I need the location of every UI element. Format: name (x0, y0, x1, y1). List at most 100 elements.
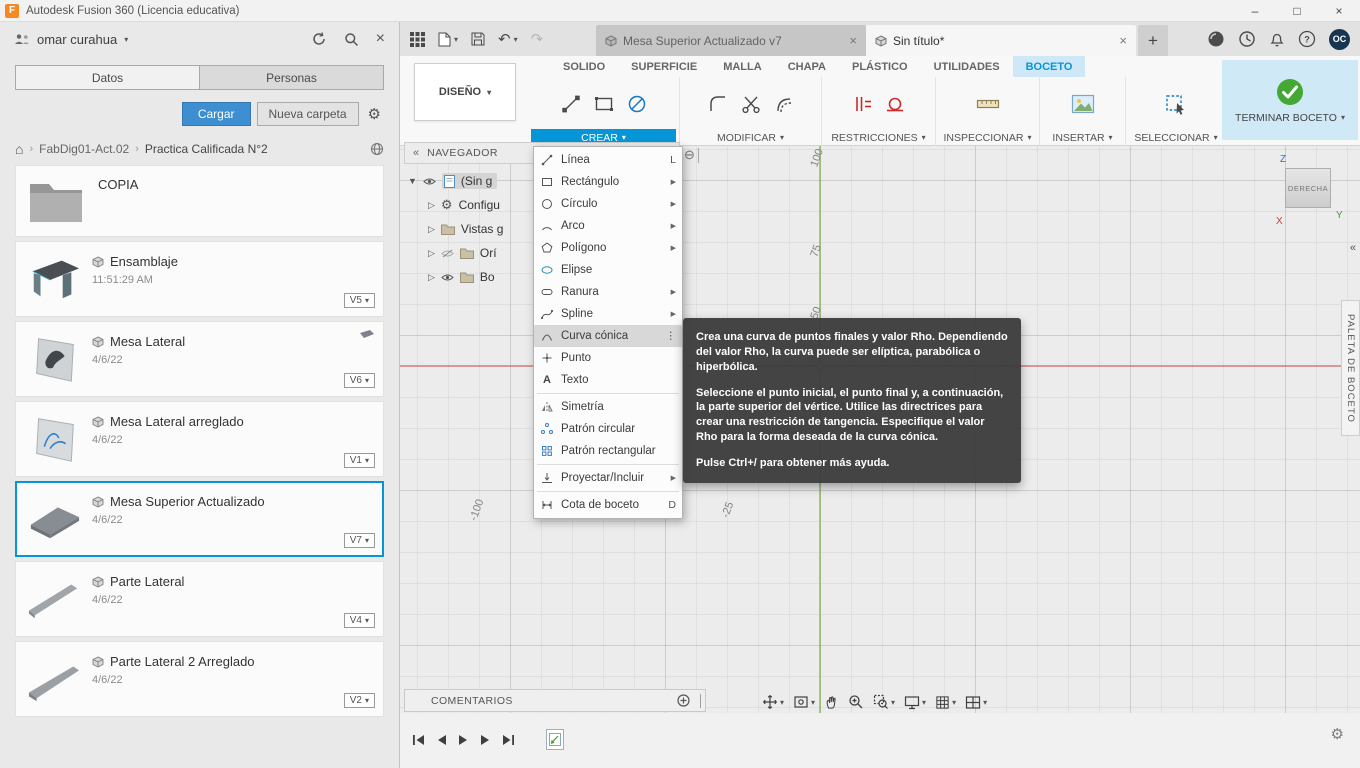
menu-item-patron-rectangular[interactable]: Patrón rectangular (534, 440, 682, 462)
maximize-button[interactable]: □ (1276, 0, 1318, 21)
job-status-icon[interactable] (1238, 30, 1256, 48)
list-item-parte-lateral[interactable]: Parte Lateral 4/6/22 V4▾ (15, 561, 384, 637)
refresh-icon[interactable] (311, 31, 327, 47)
add-comment-icon[interactable] (677, 694, 690, 707)
version-dropdown[interactable]: V5▾ (344, 293, 375, 308)
upload-button[interactable]: Cargar (182, 102, 251, 126)
ribbon-tab-utilidades[interactable]: UTILIDADES (921, 56, 1013, 77)
collapse-palette-icon[interactable]: « (1350, 242, 1355, 254)
close-window-button[interactable]: × (1318, 0, 1360, 21)
timeline-step-back-icon[interactable] (436, 734, 447, 746)
redo-icon[interactable]: ↷ (531, 30, 544, 48)
menu-item-punto[interactable]: Punto (534, 347, 682, 369)
menu-item-simetria[interactable]: Simetría (534, 396, 682, 418)
eye-visible-icon[interactable] (441, 273, 454, 282)
rectangle-tool-icon[interactable] (593, 93, 615, 115)
menu-item-circulo[interactable]: Círculo ▶ (534, 193, 682, 215)
account-avatar[interactable]: OC (1329, 29, 1350, 50)
pan-hand-icon[interactable] (824, 694, 839, 710)
grid-snap-icon[interactable]: ▾ (935, 695, 956, 710)
menu-item-rectangulo[interactable]: Rectángulo ▶ (534, 171, 682, 193)
eye-hidden-icon[interactable] (441, 249, 454, 258)
list-item-parte-lateral-2[interactable]: Parte Lateral 2 Arreglado 4/6/22 V2▾ (15, 641, 384, 717)
insert-image-icon[interactable] (1071, 94, 1095, 114)
document-root[interactable]: (Sin g (442, 173, 497, 189)
doc-tab-mesa-superior[interactable]: Mesa Superior Actualizado v7 × (596, 25, 866, 56)
menu-item-poligono[interactable]: Polígono ▶ (534, 237, 682, 259)
menu-item-ranura[interactable]: Ranura ▶ (534, 281, 682, 303)
help-icon[interactable]: ? (1298, 30, 1316, 48)
menu-item-curva-conica[interactable]: Curva cónica ⋮ (534, 325, 682, 347)
workspace-selector[interactable]: DISEÑO▾ (414, 63, 516, 121)
list-item-ensamblaje[interactable]: Ensamblaje 11:51:29 AM V5▾ (15, 241, 384, 317)
eye-visible-icon[interactable] (423, 177, 436, 186)
menu-item-proyectar-incluir[interactable]: Proyectar/Incluir ▶ (534, 467, 682, 489)
close-tab-icon[interactable]: × (849, 33, 857, 48)
ribbon-tab-boceto[interactable]: BOCETO (1013, 56, 1086, 77)
new-folder-button[interactable]: Nueva carpeta (257, 102, 359, 126)
version-dropdown[interactable]: V7▾ (344, 533, 375, 548)
insertar-dropdown[interactable]: INSERTAR▾ (1040, 129, 1125, 146)
globe-icon[interactable] (370, 142, 384, 156)
tab-datos[interactable]: Datos (16, 66, 200, 89)
undo-icon[interactable]: ↶▾ (498, 30, 518, 48)
comments-bar[interactable]: COMENTARIOS (404, 689, 706, 712)
viewcube[interactable]: Z DERECHA X Y (1276, 154, 1348, 236)
breadcrumb-current[interactable]: Practica Calificada N°2 (145, 142, 268, 156)
menu-item-patron-circular[interactable]: Patrón circular (534, 418, 682, 440)
tree-collapsed-icon[interactable]: ▷ (428, 248, 435, 259)
list-item-mesa-lateral-arreglado[interactable]: Mesa Lateral arreglado 4/6/22 V1▾ (15, 401, 384, 477)
comments-resize-handle[interactable] (700, 694, 701, 708)
close-panel-icon[interactable]: × (376, 30, 385, 48)
viewports-icon[interactable]: ▾ (965, 695, 987, 710)
menu-item-linea[interactable]: Línea L (534, 149, 682, 171)
select-tool-icon[interactable] (1164, 93, 1188, 115)
sketch-palette-tab[interactable]: PALETA DE BOCETO (1341, 300, 1360, 436)
horizontal-vertical-constraint-icon[interactable] (851, 93, 873, 115)
measure-tool-icon[interactable] (975, 93, 1001, 115)
tangent-constraint-icon[interactable] (884, 93, 906, 115)
timeline-play-icon[interactable] (458, 734, 469, 746)
seleccionar-dropdown[interactable]: SELECCIONAR▾ (1126, 129, 1226, 146)
extensions-icon[interactable] (1207, 30, 1225, 48)
tree-collapsed-icon[interactable]: ▷ (428, 272, 435, 283)
orbit-icon[interactable]: ▾ (762, 694, 784, 710)
kebab-menu-icon[interactable]: ⋮ (664, 330, 676, 342)
line-tool-icon[interactable] (560, 93, 582, 115)
search-icon[interactable] (344, 32, 359, 47)
data-panel-toggle-icon[interactable] (410, 32, 425, 47)
offset-tool-icon[interactable] (773, 93, 795, 115)
menu-item-spline[interactable]: Spline ▶ (534, 303, 682, 325)
fillet-tool-icon[interactable] (707, 93, 729, 115)
timeline-step-forward-icon[interactable] (480, 734, 491, 746)
menu-item-texto[interactable]: A Texto (534, 369, 682, 391)
tab-personas[interactable]: Personas (200, 66, 383, 89)
version-dropdown[interactable]: V1▾ (344, 453, 375, 468)
viewcube-face[interactable]: DERECHA (1285, 168, 1331, 208)
circle-tool-icon[interactable] (626, 93, 648, 115)
ribbon-tab-plastico[interactable]: PLÁSTICO (839, 56, 921, 77)
tree-collapsed-icon[interactable]: ▷ (428, 224, 435, 235)
ribbon-tab-solido[interactable]: SOLIDO (550, 56, 618, 77)
zoom-window-icon[interactable]: ▾ (873, 694, 895, 710)
timeline-sketch-feature[interactable] (546, 729, 564, 750)
list-item-mesa-lateral[interactable]: Mesa Lateral 4/6/22 V6▾ (15, 321, 384, 397)
folder-card-copia[interactable]: COPIA (15, 165, 384, 237)
new-tab-button[interactable]: + (1138, 25, 1168, 56)
ribbon-tab-chapa[interactable]: CHAPA (775, 56, 839, 77)
menu-item-elipse[interactable]: Elipse (534, 259, 682, 281)
timeline-skip-end-icon[interactable] (502, 734, 515, 746)
doc-tab-sin-titulo[interactable]: Sin título* × (866, 25, 1136, 56)
save-icon[interactable] (471, 32, 485, 46)
panel-splitter[interactable]: ⊖ (684, 147, 699, 163)
ribbon-tab-superficie[interactable]: SUPERFICIE (618, 56, 710, 77)
splitter-handle[interactable] (698, 148, 699, 163)
display-settings-icon[interactable]: ▾ (904, 695, 926, 710)
finish-sketch-panel[interactable]: TERMINAR BOCETO▾ (1222, 60, 1358, 140)
version-dropdown[interactable]: V2▾ (344, 693, 375, 708)
user-menu[interactable]: omar curahua (37, 32, 117, 47)
tree-collapsed-icon[interactable]: ▷ (428, 200, 435, 211)
circle-minus-icon[interactable]: ⊖ (684, 147, 695, 163)
close-tab-icon[interactable]: × (1119, 33, 1127, 48)
ribbon-tab-malla[interactable]: MALLA (710, 56, 775, 77)
